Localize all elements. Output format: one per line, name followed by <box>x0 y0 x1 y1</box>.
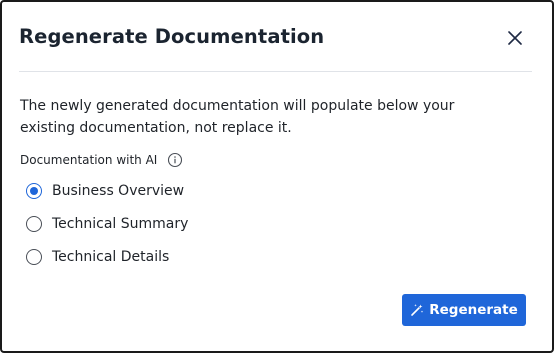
radio-button[interactable] <box>26 216 42 232</box>
radio-option-business-overview[interactable]: Business Overview <box>26 183 184 199</box>
magic-wand-icon <box>410 303 424 317</box>
dialog-description: The newly generated documentation will p… <box>20 98 455 136</box>
section-label-text: Documentation with AI <box>20 153 158 167</box>
radio-label: Technical Summary <box>52 216 189 232</box>
dialog-title: Regenerate Documentation <box>19 25 325 48</box>
radio-option-technical-details[interactable]: Technical Details <box>26 249 169 265</box>
close-button[interactable] <box>503 26 527 50</box>
documentation-with-ai-label: Documentation with AI <box>20 152 183 168</box>
header-divider <box>19 71 532 72</box>
regenerate-documentation-dialog: Regenerate Documentation The newly gener… <box>0 0 554 353</box>
radio-option-technical-summary[interactable]: Technical Summary <box>26 216 188 232</box>
info-icon[interactable] <box>167 152 183 168</box>
radio-label: Technical Details <box>52 249 170 265</box>
regenerate-button-label: Regenerate <box>429 302 518 318</box>
radio-label: Business Overview <box>52 183 185 199</box>
radio-button[interactable] <box>26 249 42 265</box>
radio-button-selected[interactable] <box>26 183 42 199</box>
regenerate-button[interactable]: Regenerate <box>402 294 526 326</box>
close-icon <box>508 31 522 45</box>
